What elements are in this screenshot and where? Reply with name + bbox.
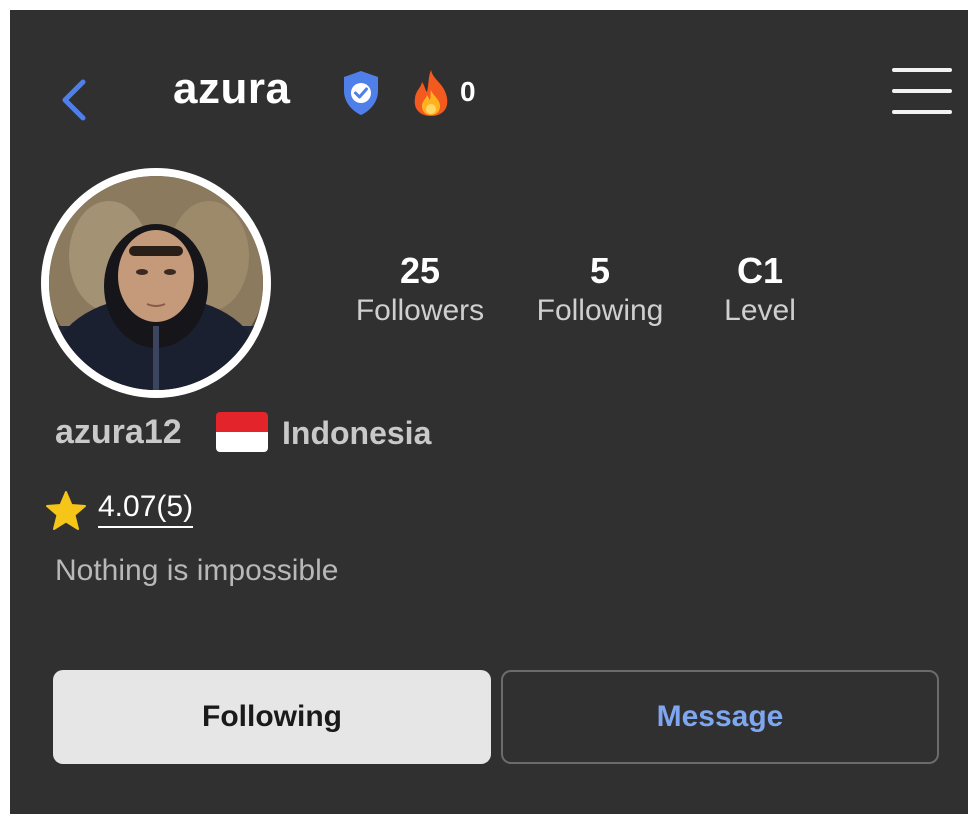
followers-label: Followers bbox=[355, 294, 485, 327]
fire-count: 0 bbox=[460, 76, 476, 107]
indonesia-flag-icon bbox=[216, 412, 268, 452]
fire-icon bbox=[414, 70, 448, 116]
page-title: azura bbox=[173, 64, 291, 113]
star-icon bbox=[46, 491, 86, 530]
level-stat: C1 Level bbox=[680, 251, 840, 331]
rating-link[interactable]: 4.07(5) bbox=[98, 490, 194, 528]
country-name: Indonesia bbox=[282, 415, 432, 451]
hamburger-menu-icon bbox=[892, 89, 952, 93]
followers-count: 25 bbox=[399, 250, 441, 291]
avatar[interactable] bbox=[41, 168, 271, 398]
hamburger-menu-icon bbox=[892, 68, 952, 72]
followers-stat[interactable]: 25 Followers bbox=[340, 251, 500, 331]
following-count: 5 bbox=[589, 250, 611, 291]
following-stat[interactable]: 5 Following bbox=[520, 251, 680, 331]
following-label: Following bbox=[536, 294, 664, 327]
username: azura12 bbox=[55, 413, 182, 451]
following-button[interactable]: Following bbox=[53, 670, 491, 764]
level-label: Level bbox=[724, 294, 796, 327]
hamburger-menu-button[interactable] bbox=[892, 68, 954, 120]
back-chevron-icon bbox=[62, 79, 86, 121]
bio-text: Nothing is impossible bbox=[55, 554, 339, 587]
hamburger-menu-icon bbox=[892, 110, 952, 114]
back-button[interactable] bbox=[54, 70, 94, 130]
profile-screen: azura 0 25 Followers 5 Following C1 Leve… bbox=[10, 10, 968, 814]
message-button[interactable]: Message bbox=[501, 670, 939, 764]
avatar-photo bbox=[49, 176, 263, 390]
verified-shield-icon bbox=[344, 71, 378, 115]
level-value: C1 bbox=[736, 250, 784, 291]
